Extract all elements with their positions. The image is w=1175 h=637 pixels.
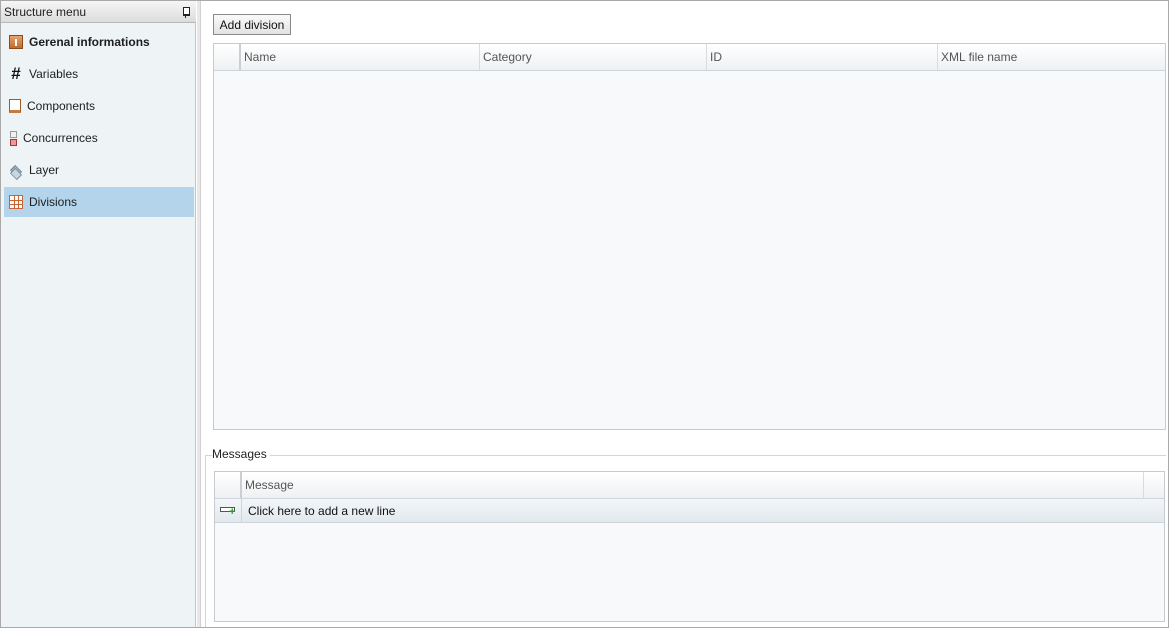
row-selector-header[interactable]	[214, 44, 241, 70]
add-new-line-row[interactable]: Click here to add a new line	[215, 499, 1164, 523]
component-icon	[9, 99, 21, 113]
add-row-icon	[220, 506, 236, 518]
hash-icon: #	[11, 64, 21, 83]
column-header-category[interactable]: Category	[480, 44, 707, 70]
add-division-button[interactable]: Add division	[213, 14, 291, 35]
column-header-id[interactable]: ID	[707, 44, 938, 70]
window-frame: Structure menu Gerenal informations # Va…	[0, 0, 1169, 628]
sidebar-item-label: Divisions	[29, 195, 78, 209]
new-line-selector	[215, 499, 242, 522]
messages-grid[interactable]: Message Click here to add a new line	[214, 471, 1165, 622]
sidebar-item-variables[interactable]: # Variables	[4, 59, 194, 89]
info-icon	[9, 35, 23, 49]
sidebar-item-layer[interactable]: Layer	[4, 155, 194, 185]
panel-splitter[interactable]	[197, 1, 201, 627]
sidebar-item-concurrences[interactable]: Concurrences	[4, 123, 194, 153]
layer-icon	[9, 163, 23, 177]
pin-icon[interactable]	[181, 6, 191, 18]
messages-grid-header: Message	[215, 472, 1164, 499]
concurrence-icon	[9, 131, 17, 146]
sidebar-item-label: Components	[27, 99, 96, 113]
sidebar-item-label: Layer	[29, 163, 60, 177]
divisions-grid[interactable]: Name Category ID XML file name	[213, 43, 1166, 430]
grid-icon	[9, 195, 23, 209]
sidebar-item-components[interactable]: Components	[4, 91, 194, 121]
add-new-line-label: Click here to add a new line	[248, 503, 396, 518]
structure-menu-panel: Structure menu Gerenal informations # Va…	[1, 1, 196, 627]
column-header-name[interactable]: Name	[241, 44, 480, 70]
column-header-filler	[1144, 472, 1164, 498]
sidebar-item-general-informations[interactable]: Gerenal informations	[4, 27, 194, 57]
sidebar-item-label: Gerenal informations	[29, 35, 150, 49]
sidebar-item-label: Variables	[29, 67, 79, 81]
sidebar-item-divisions[interactable]: Divisions	[4, 187, 194, 217]
row-selector-header[interactable]	[215, 472, 242, 498]
sidebar-item-label: Concurrences	[23, 131, 98, 145]
structure-menu-title: Structure menu	[4, 4, 87, 19]
structure-menu-header: Structure menu	[1, 1, 196, 23]
divisions-grid-header: Name Category ID XML file name	[214, 44, 1165, 71]
structure-menu-list: Gerenal informations # Variables Compone…	[4, 27, 194, 219]
column-header-xml-file-name[interactable]: XML file name	[938, 44, 1165, 70]
column-header-message[interactable]: Message	[242, 472, 1144, 498]
messages-group-label: Messages	[212, 447, 270, 461]
